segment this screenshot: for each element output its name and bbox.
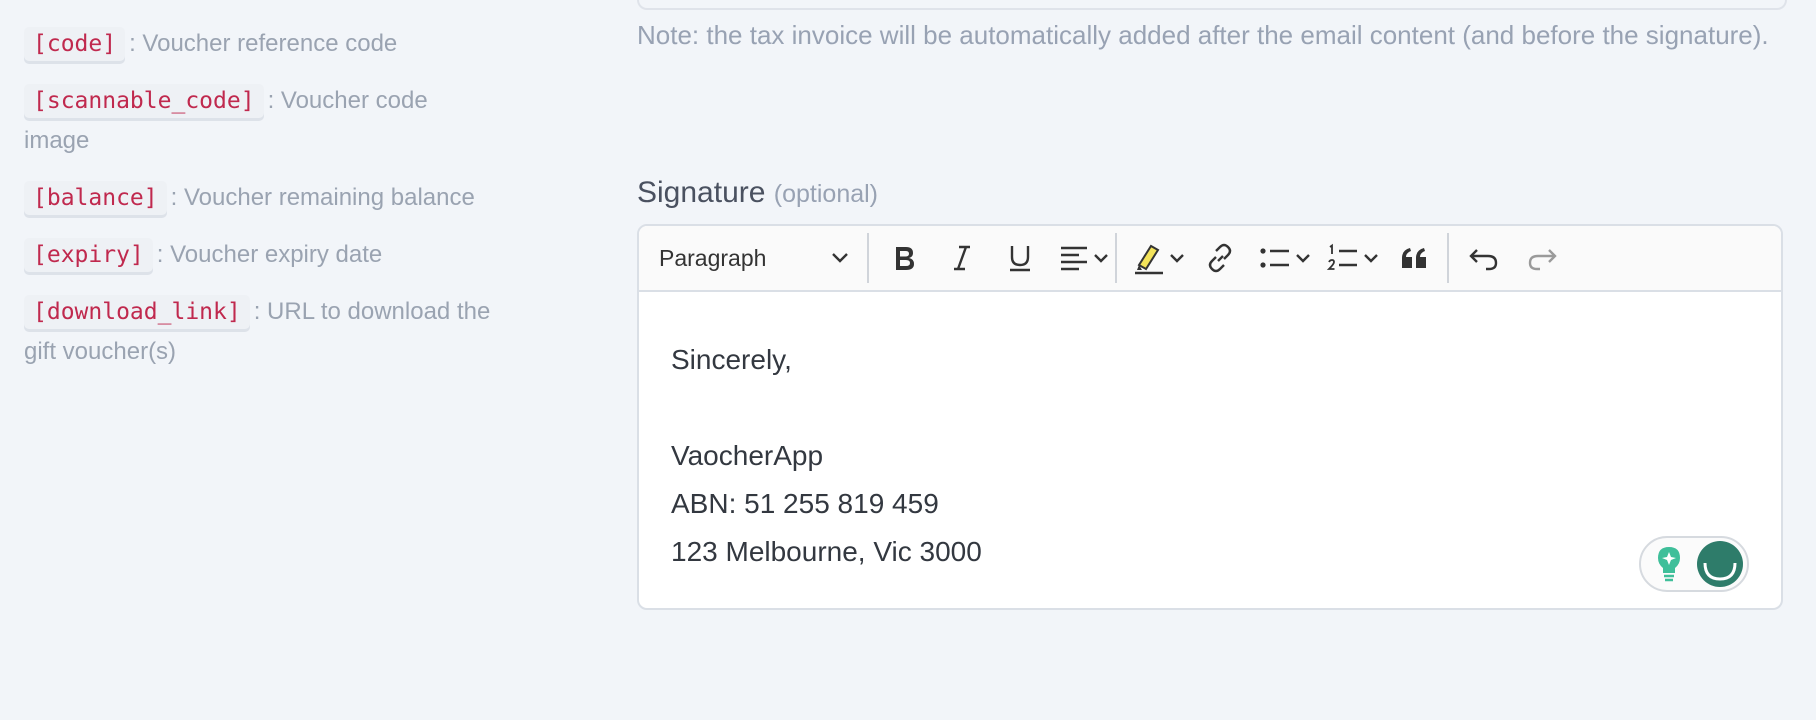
placeholder-code: [code]: [24, 27, 126, 61]
signature-blank-line: [671, 384, 1749, 432]
italic-icon: [954, 245, 970, 271]
signature-editor: Paragraph Sincerely, VaocherApp ABN: 51 …: [637, 224, 1783, 610]
align-left-icon: [1061, 246, 1087, 271]
bold-icon: [896, 247, 914, 270]
link-icon: [1208, 243, 1232, 273]
placeholder-description: : Voucher remaining balance: [170, 184, 475, 211]
quote-icon: [1402, 248, 1426, 268]
chevron-down-icon: [1094, 254, 1108, 263]
grammarly-logo[interactable]: [1697, 541, 1743, 587]
placeholder-item: [expiry]: Voucher expiry date: [24, 235, 544, 275]
placeholder-item: [scannable_code]: Voucher code image: [24, 81, 464, 161]
numbered-list-icon: [1326, 243, 1357, 270]
lightbulb-icon: [1658, 547, 1680, 582]
redo-button[interactable]: [1513, 233, 1571, 283]
paragraph-format-label: Paragraph: [659, 244, 767, 271]
bulleted-list-dropdown[interactable]: [1249, 233, 1317, 283]
signature-line: VaocherApp: [671, 440, 824, 471]
numbered-list-dropdown[interactable]: [1317, 233, 1385, 283]
chevron-down-icon: [1296, 254, 1310, 263]
email-content-editor-edge[interactable]: [637, 0, 1787, 10]
grammarly-widget[interactable]: [1639, 536, 1749, 592]
placeholder-description: : Voucher expiry date: [156, 241, 383, 268]
chevron-down-icon: [832, 253, 848, 263]
signature-line: Sincerely,: [671, 344, 792, 375]
toolbar-separator: [867, 233, 869, 283]
undo-button[interactable]: [1455, 233, 1513, 283]
block-quote-button[interactable]: [1385, 233, 1443, 283]
paragraph-format-dropdown[interactable]: Paragraph: [659, 245, 867, 272]
placeholder-code: [scannable_code]: [24, 84, 264, 118]
placeholder-item: [download_link]: URL to download the gif…: [24, 292, 514, 372]
text-align-dropdown[interactable]: [1049, 233, 1115, 283]
signature-line: 123 Melbourne, Vic 3000: [671, 536, 982, 567]
optional-hint: (optional): [773, 180, 879, 208]
bulleted-list-icon: [1260, 248, 1289, 268]
placeholder-item: [code]: Voucher reference code: [24, 24, 544, 64]
placeholder-code: [expiry]: [24, 238, 153, 272]
placeholder-description: : Voucher reference code: [129, 30, 398, 57]
signature-label-text: Signature: [637, 176, 766, 209]
redo-icon: [1528, 249, 1557, 271]
placeholder-list: [code]: Voucher reference code [scannabl…: [24, 24, 544, 389]
placeholder-code: [balance]: [24, 181, 167, 215]
bold-button[interactable]: [875, 233, 933, 283]
placeholder-code: [download_link]: [24, 295, 250, 329]
link-button[interactable]: [1191, 233, 1249, 283]
underline-button[interactable]: [991, 233, 1049, 283]
underline-icon: [1010, 246, 1030, 272]
toolbar-separator: [1115, 233, 1117, 283]
grammarly-icon: [1703, 562, 1737, 581]
chevron-down-icon: [1170, 254, 1184, 263]
chevron-down-icon: [1364, 254, 1378, 263]
italic-button[interactable]: [933, 233, 991, 283]
highlight-dropdown[interactable]: [1123, 233, 1191, 283]
signature-content-area[interactable]: Sincerely, VaocherApp ABN: 51 255 819 45…: [639, 292, 1781, 576]
undo-icon: [1469, 249, 1498, 271]
placeholder-item: [balance]: Voucher remaining balance: [24, 178, 544, 218]
editor-toolbar: Paragraph: [639, 226, 1781, 292]
signature-line: ABN: 51 255 819 459: [671, 488, 939, 519]
toolbar-separator: [1447, 233, 1449, 283]
highlighter-icon: [1135, 244, 1163, 275]
tax-invoice-note: Note: the tax invoice will be automatica…: [637, 20, 1769, 50]
signature-label: Signature (optional): [637, 176, 878, 210]
